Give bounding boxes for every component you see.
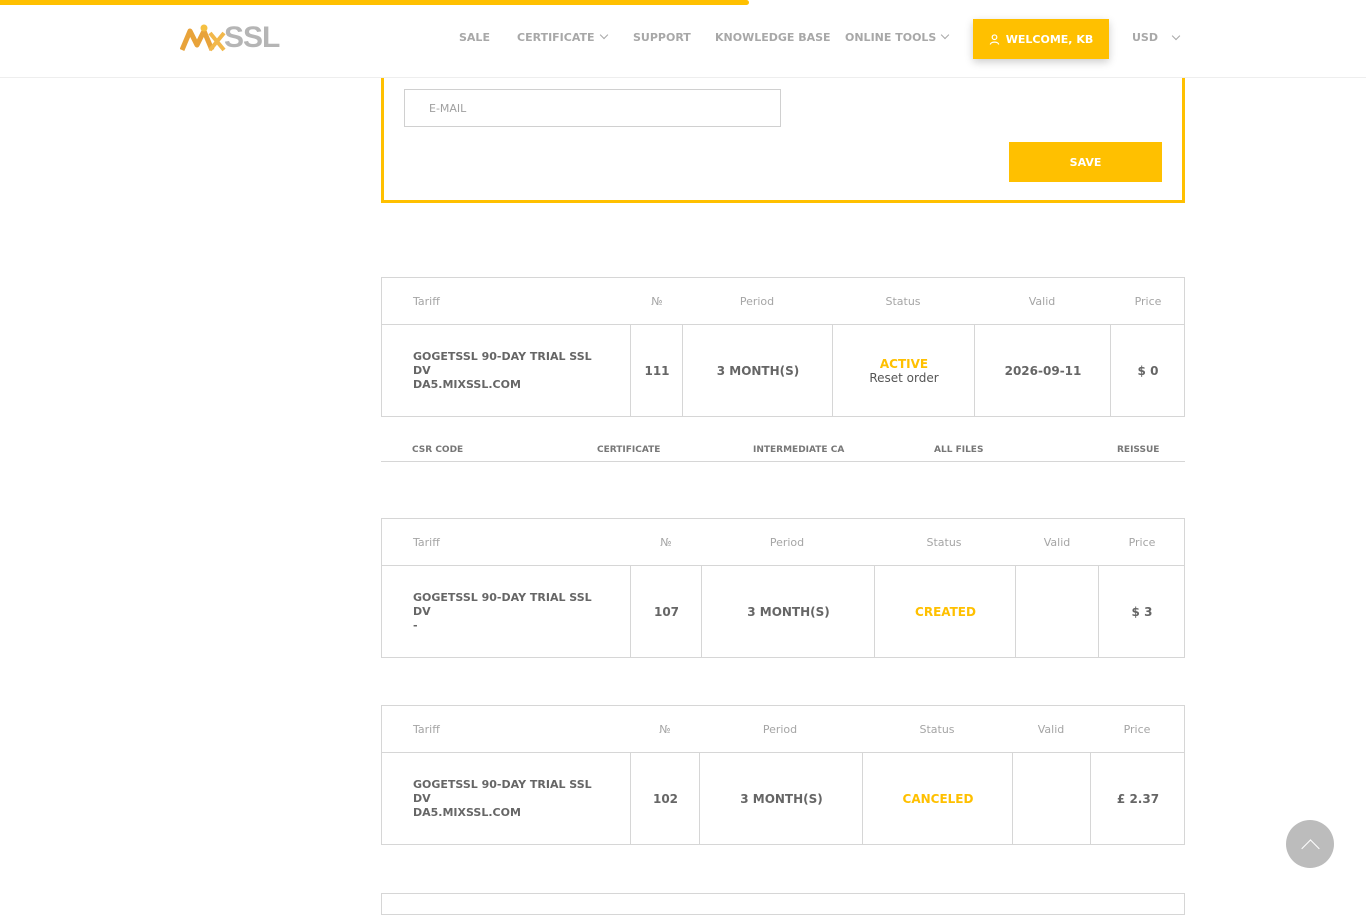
order-card xyxy=(381,893,1185,915)
tariff-name: GOGETSSL 90-DAY TRIAL SSL DV xyxy=(413,777,592,805)
order-card: Tariff № Period Status Valid Price GOGET… xyxy=(381,518,1185,658)
order-period: 3 MONTH(S) xyxy=(682,325,833,416)
email-field[interactable] xyxy=(404,89,781,127)
header-valid: Valid xyxy=(1037,723,1065,736)
nav-certificate-label: CERTIFICATE xyxy=(517,31,595,44)
header-valid: Valid xyxy=(1028,295,1056,308)
order-table-header: Tariff № Period Status Valid Price xyxy=(382,706,1184,753)
order-card: Tariff № Period Status Valid Price GOGET… xyxy=(381,705,1185,845)
site-header: SSL SALE CERTIFICATE SUPPORT KNOWLEDGE B… xyxy=(0,0,1366,78)
currency-select[interactable]: USD xyxy=(1132,31,1158,44)
order-status-cell: CREATED xyxy=(874,566,1016,657)
main-nav: SALE CERTIFICATE SUPPORT KNOWLEDGE BASE … xyxy=(0,0,1366,77)
order-status-cell: ACTIVE Reset order xyxy=(832,325,975,416)
tariff-domain: DA5.MIXSSL.COM xyxy=(413,805,521,819)
reissue-link[interactable]: REISSUE xyxy=(1117,445,1159,455)
table-row: GOGETSSL 90-DAY TRIAL SSL DV DA5.MIXSSL.… xyxy=(382,325,1184,416)
status-badge: ACTIVE xyxy=(879,356,929,371)
header-period: Period xyxy=(762,723,798,736)
order-valid xyxy=(1015,566,1099,657)
tariff-domain: - xyxy=(413,618,418,632)
nav-online-tools[interactable]: ONLINE TOOLS xyxy=(845,30,950,44)
tariff-cell: GOGETSSL 90-DAY TRIAL SSL DV - xyxy=(413,566,603,657)
status-badge: CANCELED xyxy=(902,791,974,806)
header-price: Price xyxy=(1134,295,1162,308)
tariff-name: GOGETSSL 90-DAY TRIAL SSL DV xyxy=(413,590,592,618)
header-period: Period xyxy=(769,536,805,549)
save-button[interactable]: SAVE xyxy=(1009,142,1162,182)
order-period: 3 MONTH(S) xyxy=(699,753,863,844)
csr-code-link[interactable]: CSR CODE xyxy=(412,445,463,455)
header-number: № xyxy=(660,536,672,549)
header-valid: Valid xyxy=(1043,536,1071,549)
certificate-actions: CSR CODE CERTIFICATE INTERMEDIATE CA ALL… xyxy=(381,437,1185,462)
welcome-label: WELCOME, KB xyxy=(1005,32,1094,46)
header-tariff: Tariff xyxy=(413,723,440,736)
status-badge: CREATED xyxy=(915,604,976,619)
order-valid: 2026-09-11 xyxy=(974,325,1111,416)
order-card: Tariff № Period Status Valid Price GOGET… xyxy=(381,277,1185,417)
nav-support[interactable]: SUPPORT xyxy=(633,31,691,44)
order-number: 102 xyxy=(630,753,700,844)
table-row: GOGETSSL 90-DAY TRIAL SSL DV DA5.MIXSSL.… xyxy=(382,753,1184,844)
tariff-cell: GOGETSSL 90-DAY TRIAL SSL DV DA5.MIXSSL.… xyxy=(413,753,603,844)
header-tariff: Tariff xyxy=(413,295,440,308)
intermediate-ca-link[interactable]: INTERMEDIATE CA xyxy=(753,445,844,455)
header-status: Status xyxy=(919,723,955,736)
certificate-link[interactable]: CERTIFICATE xyxy=(597,445,660,455)
user-icon xyxy=(989,33,999,45)
header-number: № xyxy=(659,723,671,736)
all-files-link[interactable]: ALL FILES xyxy=(934,445,983,455)
header-status: Status xyxy=(885,295,921,308)
order-valid xyxy=(1012,753,1091,844)
reset-order-link[interactable]: Reset order xyxy=(869,371,938,385)
chevron-up-icon xyxy=(1300,838,1320,858)
scroll-to-top-button[interactable] xyxy=(1286,820,1334,868)
header-price: Price xyxy=(1123,723,1151,736)
order-price: $ 0 xyxy=(1110,325,1185,416)
chevron-down-icon xyxy=(599,30,608,40)
tariff-domain: DA5.MIXSSL.COM xyxy=(413,377,521,391)
nav-certificate[interactable]: CERTIFICATE xyxy=(517,30,608,44)
order-price: $ 3 xyxy=(1098,566,1185,657)
order-number: 111 xyxy=(630,325,683,416)
order-table-header: Tariff № Period Status Valid Price xyxy=(382,278,1184,325)
header-period: Period xyxy=(739,295,775,308)
header-status: Status xyxy=(926,536,962,549)
order-number: 107 xyxy=(630,566,702,657)
welcome-user-button[interactable]: WELCOME, KB xyxy=(973,19,1109,59)
tariff-name: GOGETSSL 90-DAY TRIAL SSL DV xyxy=(413,349,592,377)
order-table-header: Tariff № Period Status Valid Price xyxy=(382,519,1184,566)
tariff-cell: GOGETSSL 90-DAY TRIAL SSL DV DA5.MIXSSL.… xyxy=(413,325,603,416)
chevron-down-icon xyxy=(941,30,950,40)
header-tariff: Tariff xyxy=(413,536,440,549)
table-row: GOGETSSL 90-DAY TRIAL SSL DV - 107 3 MON… xyxy=(382,566,1184,657)
header-price: Price xyxy=(1128,536,1156,549)
header-number: № xyxy=(651,295,663,308)
order-period: 3 MONTH(S) xyxy=(701,566,875,657)
nav-knowledge-base[interactable]: KNOWLEDGE BASE xyxy=(715,31,831,44)
page-progress-bar xyxy=(0,0,749,5)
order-status-cell: CANCELED xyxy=(862,753,1013,844)
nav-online-tools-label: ONLINE TOOLS xyxy=(845,31,937,44)
nav-sale[interactable]: SALE xyxy=(459,31,490,44)
order-price: £ 2.37 xyxy=(1090,753,1185,844)
